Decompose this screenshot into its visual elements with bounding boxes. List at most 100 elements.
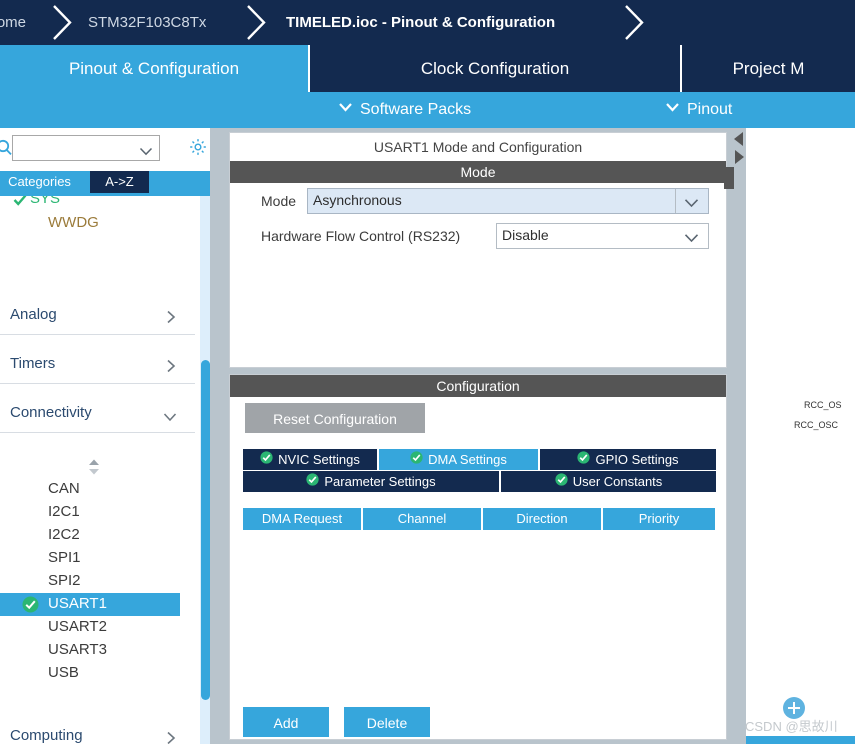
breadcrumb: Home STM32F103C8Tx TIMELED.ioc - Pinout …: [0, 0, 855, 45]
segment-a-to-z[interactable]: A->Z: [90, 171, 149, 193]
search-input[interactable]: [16, 138, 140, 160]
subnav-software-packs-label: Software Packs: [360, 101, 472, 119]
chevron-right-icon-timers: [165, 358, 177, 379]
mode-field-label: Mode: [261, 193, 297, 209]
chevron-right-icon-analog: [165, 309, 177, 330]
collapse-right-icon: [735, 150, 744, 164]
hardware-flow-control-dropdown[interactable]: Disable: [496, 223, 709, 249]
tree-group-sys[interactable]: SYS: [30, 196, 60, 207]
chevron-down-icon-mode: [684, 195, 699, 213]
sidebar-category-connectivity[interactable]: Connectivity: [0, 398, 195, 433]
subnav-pinout-label: Pinout: [687, 101, 733, 119]
check-icon-user-constants: [555, 471, 568, 492]
configuration-card: Configuration Reset Configuration NVIC S…: [229, 374, 727, 740]
sidebar-scroll-area: SYS WWDG Analog Timers Connectivity CAN …: [0, 196, 210, 744]
page-title: USART1 Mode and Configuration: [373, 139, 583, 155]
bottom-accent-bar: [746, 736, 855, 744]
breadcrumb-separator-icon-3: [620, 0, 650, 45]
mode-band-header: Mode: [230, 161, 726, 183]
cubemx-window: Home STM32F103C8Tx TIMELED.ioc - Pinout …: [0, 0, 855, 744]
tab-parameter-settings-label: Parameter Settings: [324, 474, 436, 489]
sidebar-item-usb-label: USB: [48, 664, 79, 681]
breadcrumb-separator-icon-2: [242, 0, 272, 45]
sidebar-category-analog-label: Analog: [10, 306, 57, 323]
subnav-pinout[interactable]: Pinout: [665, 92, 732, 128]
main-tab-bar: Pinout & Configuration Clock Configurati…: [0, 45, 855, 92]
subnav-software-packs[interactable]: Software Packs: [338, 92, 471, 128]
sidebar-item-usart3-label: USART3: [48, 641, 107, 658]
sidebar-segment-control: Categories A->Z: [0, 171, 210, 193]
usart1-enabled-check-icon: [22, 596, 39, 618]
tree-item-wwdg[interactable]: WWDG: [48, 214, 99, 231]
tab-clock-configuration[interactable]: Clock Configuration: [310, 45, 680, 92]
segment-categories[interactable]: Categories: [0, 171, 87, 193]
breadcrumb-item-home[interactable]: Home: [0, 0, 26, 45]
column-header-channel[interactable]: Channel: [363, 508, 483, 530]
sidebar-category-timers-label: Timers: [10, 355, 56, 372]
peripheral-sidebar: Categories A->Z SYS WWDG Analog Timers C…: [0, 128, 210, 744]
tab-dma-settings[interactable]: DMA Settings: [379, 449, 540, 470]
delete-button[interactable]: Delete: [344, 707, 430, 737]
check-icon-nvic: [260, 449, 273, 470]
chevron-down-icon-2: [665, 90, 680, 126]
tab-gpio-settings-label: GPIO Settings: [595, 452, 679, 467]
panel-collapse-arrows[interactable]: [733, 130, 745, 170]
sidebar-item-usart3[interactable]: USART3: [0, 639, 180, 662]
tab-project-manager[interactable]: Project M: [682, 45, 855, 92]
sidebar-item-usart1-label: USART1: [48, 595, 107, 612]
pin-label-rcc-osc-in: RCC_OS: [804, 400, 842, 410]
add-button[interactable]: Add: [243, 707, 329, 737]
sidebar-item-spi1-label: SPI1: [48, 549, 81, 566]
breadcrumb-item-mcu[interactable]: STM32F103C8Tx: [88, 0, 206, 45]
collapse-left-icon: [734, 132, 743, 146]
sidebar-category-analog[interactable]: Analog: [0, 300, 195, 335]
configuration-panel: USART1 Mode and Configuration Mode Mode …: [224, 128, 732, 744]
sidebar-item-i2c1[interactable]: I2C1: [0, 501, 180, 524]
dma-table: DMA Request Channel Direction Priority: [243, 508, 715, 668]
sidebar-item-can-label: CAN: [48, 480, 80, 497]
sidebar-item-spi1[interactable]: SPI1: [0, 547, 180, 570]
tab-parameter-settings[interactable]: Parameter Settings: [243, 471, 501, 492]
hardware-flow-control-label: Hardware Flow Control (RS232): [261, 228, 461, 244]
gear-icon[interactable]: [188, 137, 208, 162]
sidebar-item-spi2[interactable]: SPI2: [0, 570, 180, 593]
tab-dma-settings-label: DMA Settings: [428, 452, 507, 467]
sidebar-item-usart1[interactable]: USART1: [0, 593, 180, 616]
mode-dropdown-divider: [675, 189, 676, 213]
pin-label-rcc-osc-out: RCC_OSC: [794, 420, 839, 430]
column-header-direction[interactable]: Direction: [483, 508, 603, 530]
sidebar-item-i2c1-label: I2C1: [48, 503, 80, 520]
hardware-flow-control-value: Disable: [502, 227, 549, 243]
chevron-right-icon-computing: [165, 730, 177, 744]
left-splitter[interactable]: [210, 128, 224, 744]
dma-table-body: [243, 530, 715, 668]
mode-card: USART1 Mode and Configuration Mode Mode …: [229, 132, 727, 368]
sidebar-category-computing-label: Computing: [10, 727, 83, 744]
sidebar-item-can[interactable]: CAN: [0, 478, 180, 501]
chevron-down-icon-search[interactable]: [139, 143, 153, 161]
sidebar-category-timers[interactable]: Timers: [0, 349, 195, 384]
reset-configuration-button[interactable]: Reset Configuration: [245, 403, 425, 433]
check-icon-gpio: [577, 449, 591, 470]
sidebar-item-usb[interactable]: USB: [0, 662, 180, 685]
tab-nvic-settings-label: NVIC Settings: [278, 452, 360, 467]
column-header-priority[interactable]: Priority: [603, 508, 715, 530]
tab-gpio-settings[interactable]: GPIO Settings: [540, 449, 716, 470]
column-header-dma-request[interactable]: DMA Request: [243, 508, 363, 530]
right-splitter[interactable]: [732, 128, 746, 744]
tab-nvic-settings[interactable]: NVIC Settings: [243, 449, 379, 470]
chevron-down-icon-connectivity: [163, 409, 177, 427]
sub-nav-bar: Software Packs Pinout: [0, 92, 855, 128]
chevron-down-icon-hfc: [684, 230, 699, 248]
tab-user-constants[interactable]: User Constants: [501, 471, 716, 492]
breadcrumb-item-current[interactable]: TIMELED.ioc - Pinout & Configuration: [286, 0, 555, 45]
mode-dropdown[interactable]: Asynchronous: [307, 188, 709, 214]
sidebar-scrollbar-thumb[interactable]: [201, 360, 210, 700]
sidebar-item-spi2-label: SPI2: [48, 572, 81, 589]
pinout-canvas[interactable]: RCC_OS RCC_OSC: [746, 128, 855, 744]
sidebar-category-computing[interactable]: Computing: [0, 721, 195, 744]
search-box[interactable]: [12, 135, 160, 161]
sidebar-item-usart2[interactable]: USART2: [0, 616, 180, 639]
tab-pinout-configuration[interactable]: Pinout & Configuration: [0, 45, 308, 92]
sidebar-item-i2c2[interactable]: I2C2: [0, 524, 180, 547]
